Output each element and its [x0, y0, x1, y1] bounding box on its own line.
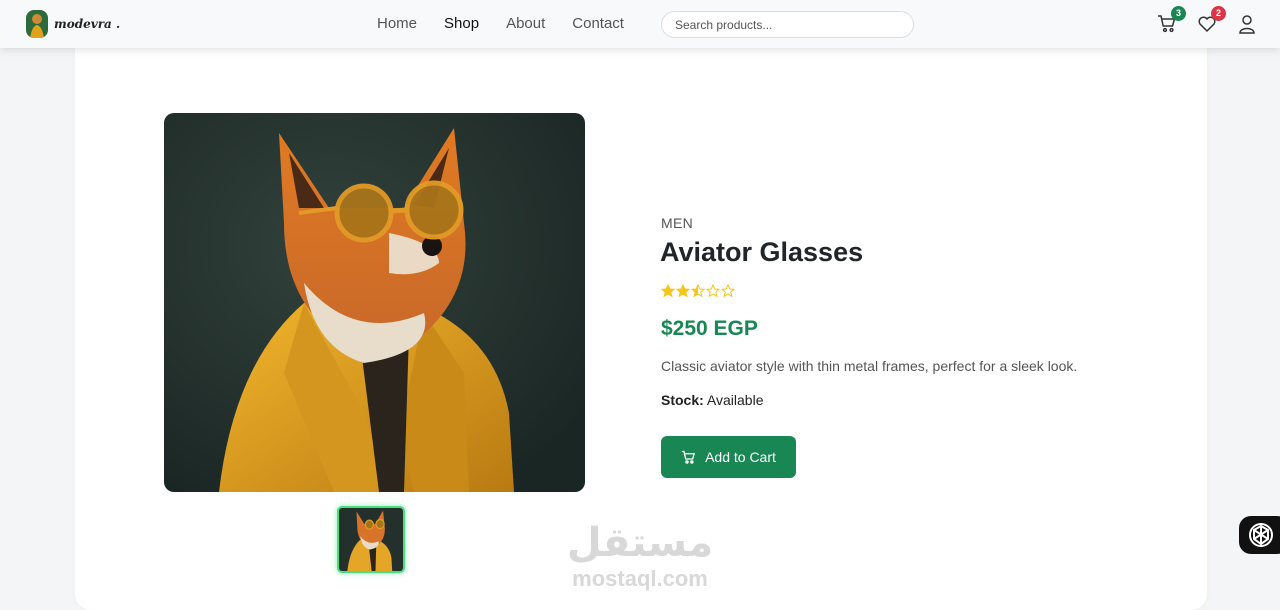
- brand-logo-icon: [26, 10, 48, 38]
- nav-links: Home Shop About Contact: [377, 15, 651, 32]
- add-to-cart-button[interactable]: Add to Cart: [661, 436, 796, 478]
- search-input[interactable]: [661, 11, 914, 38]
- watermark: مستقل mostaql.com: [555, 520, 725, 592]
- watermark-arabic: مستقل: [566, 520, 714, 566]
- stock-label: Stock:: [661, 392, 704, 408]
- wishlist-button[interactable]: 2: [1197, 6, 1226, 34]
- rating-stars: [661, 284, 735, 298]
- cart-count-badge: 3: [1171, 6, 1186, 21]
- nav-link-home[interactable]: Home: [377, 15, 417, 32]
- star-empty-icon: [721, 284, 735, 298]
- chat-assistant-icon: [1249, 523, 1273, 547]
- navbar: modevra . Home Shop About Contact 3 2: [0, 0, 1280, 48]
- star-empty-icon: [706, 284, 720, 298]
- product-category: MEN: [661, 215, 694, 231]
- star-full-icon: [676, 284, 690, 298]
- watermark-latin: mostaql.com: [572, 566, 708, 591]
- nav-link-shop[interactable]: Shop: [444, 15, 479, 32]
- product-price: $250 EGP: [661, 317, 758, 340]
- product-thumbnail[interactable]: [337, 506, 405, 573]
- stock-value: Available: [706, 392, 764, 408]
- cart-button[interactable]: 3: [1157, 6, 1186, 34]
- brand[interactable]: modevra .: [26, 10, 120, 38]
- nav-link-about[interactable]: About: [506, 15, 545, 32]
- add-to-cart-label: Add to Cart: [705, 449, 776, 465]
- cart-icon: [681, 450, 696, 464]
- brand-name: modevra .: [54, 17, 121, 31]
- product-main-image: [164, 113, 585, 492]
- star-half-icon: [691, 284, 705, 298]
- account-button[interactable]: [1237, 14, 1257, 34]
- user-icon: [1239, 15, 1255, 34]
- wishlist-count-badge: 2: [1211, 6, 1226, 21]
- chat-widget-button[interactable]: [1239, 516, 1280, 554]
- stock-status: Stock: Available: [661, 392, 763, 408]
- product-title: Aviator Glasses: [660, 237, 864, 267]
- nav-link-contact[interactable]: Contact: [572, 15, 624, 32]
- star-full-icon: [661, 284, 675, 298]
- product-description: Classic aviator style with thin metal fr…: [661, 358, 1078, 374]
